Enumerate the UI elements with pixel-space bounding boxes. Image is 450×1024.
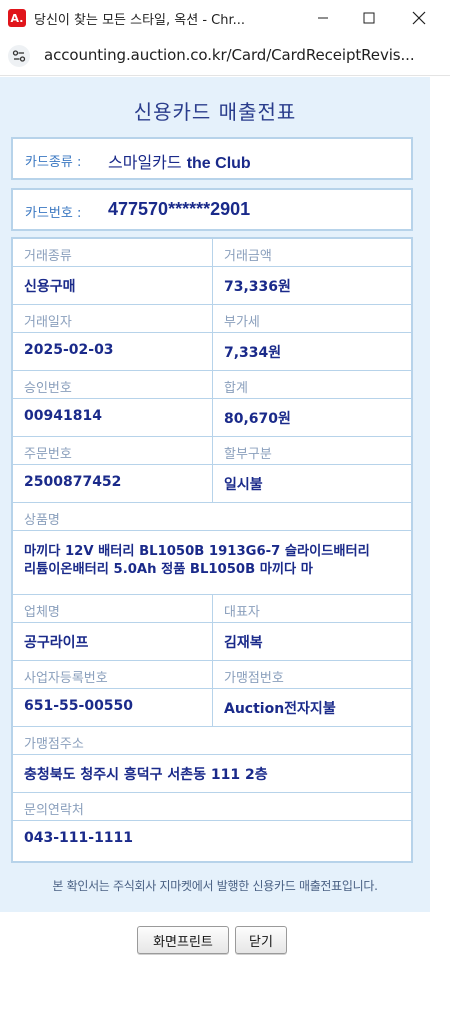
table-row: 00941814 80,670원: [13, 399, 411, 437]
table-row: 상품명: [13, 503, 411, 531]
product-name-label: 상품명: [24, 513, 60, 528]
auction-app-icon: A.: [8, 9, 26, 27]
transaction-type-label: 거래종류: [24, 249, 72, 264]
receipt-panel: 신용카드 매출전표 카드종류 : 스마일카드 the Club 카드번호 : 4…: [0, 77, 430, 912]
window-title: 당신이 찾는 모든 스타일, 옥션 - Chr...: [34, 13, 246, 28]
table-row: 업체명 대표자: [13, 595, 411, 623]
maximize-icon: [363, 12, 375, 24]
transaction-type-value: 신용구매: [24, 279, 76, 295]
table-row: 승인번호 합계: [13, 371, 411, 399]
card-type-label: 카드종류 :: [25, 155, 82, 170]
scrollbar-track[interactable]: [430, 77, 450, 912]
close-button[interactable]: 닫기: [235, 926, 287, 954]
company-name-value: 공구라이프: [24, 635, 89, 651]
table-row: 주문번호 할부구분: [13, 437, 411, 465]
table-row: 가맹점주소: [13, 727, 411, 755]
card-number-box: 카드번호 : 477570******2901: [11, 188, 413, 231]
app-icon-letter: A.: [10, 11, 24, 25]
receipt-title: 신용카드 매출전표: [133, 100, 297, 124]
site-info-button[interactable]: [8, 45, 30, 67]
card-type-value-en: the Club: [186, 155, 251, 172]
transaction-date-value: 2025-02-03: [24, 342, 114, 358]
total-label: 합계: [224, 381, 248, 396]
table-row: 문의연락처: [13, 793, 411, 821]
approval-number-label: 승인번호: [24, 381, 72, 396]
address-bar: accounting.auction.co.kr/Card/CardReceip…: [0, 36, 450, 76]
order-number-label: 주문번호: [24, 447, 72, 462]
business-reg-number-value: 651-55-00550: [24, 698, 134, 714]
table-row: 043-111-1111: [13, 821, 411, 861]
vat-value: 7,334원: [224, 345, 282, 361]
card-type-value-kr: 스마일카드: [108, 153, 187, 172]
installment-label: 할부구분: [224, 447, 272, 462]
approval-number-value: 00941814: [24, 408, 102, 424]
table-row: 2500877452 일시불: [13, 465, 411, 503]
order-number-value: 2500877452: [24, 474, 122, 490]
merchant-number-label: 가맹점번호: [224, 671, 284, 686]
transaction-date-label: 거래일자: [24, 315, 72, 330]
table-row: 2025-02-03 7,334원: [13, 333, 411, 371]
contact-label: 문의연락처: [24, 803, 84, 818]
company-name-label: 업체명: [24, 605, 60, 620]
merchant-address-label: 가맹점주소: [24, 737, 84, 752]
close-icon: [412, 11, 426, 25]
installment-value: 일시불: [224, 477, 263, 493]
table-row: 신용구매 73,336원: [13, 267, 411, 305]
table-row: 651-55-00550 Auction전자지불: [13, 689, 411, 727]
product-name-value: 마끼다 12V 배터리 BL1050B 1913G6-7 슬라이드배터리 리튬이…: [24, 544, 370, 577]
table-row: 거래일자 부가세: [13, 305, 411, 333]
transaction-amount-value: 73,336원: [224, 279, 291, 295]
merchant-number-value: Auction전자지불: [224, 701, 336, 717]
contact-value: 043-111-1111: [24, 830, 134, 846]
receipt-footnote: 본 확인서는 주식회사 지마켓에서 발행한 신용카드 매출전표입니다.: [52, 879, 378, 893]
transaction-amount-label: 거래금액: [224, 249, 272, 264]
table-row: 마끼다 12V 배터리 BL1050B 1913G6-7 슬라이드배터리 리튬이…: [13, 531, 411, 595]
card-type-value: 스마일카드 the Club: [108, 149, 251, 173]
table-row: 사업자등록번호 가맹점번호: [13, 661, 411, 689]
table-row: 거래종류 거래금액: [13, 239, 411, 267]
representative-label: 대표자: [224, 605, 260, 620]
card-number-label: 카드번호 :: [25, 206, 82, 221]
transaction-detail-table: 거래종류 거래금액 신용구매 73,336원 거래일자 부가세 2025-02-…: [11, 237, 413, 863]
maximize-button[interactable]: [346, 0, 392, 36]
card-type-box: 카드종류 : 스마일카드 the Club: [11, 137, 413, 180]
business-reg-number-label: 사업자등록번호: [24, 671, 108, 686]
table-row: 공구라이프 김재복: [13, 623, 411, 661]
print-screen-button[interactable]: 화면프린트: [137, 926, 229, 954]
minimize-icon: [318, 17, 328, 19]
table-row: 충청북도 청주시 흥덕구 서촌동 111 2층: [13, 755, 411, 793]
url-text[interactable]: accounting.auction.co.kr/Card/CardReceip…: [44, 46, 444, 64]
card-number-value: 477570******2901: [108, 199, 251, 219]
merchant-address-value: 충청북도 청주시 흥덕구 서촌동 111 2층: [24, 767, 268, 783]
total-value: 80,670원: [224, 411, 291, 427]
minimize-button[interactable]: [300, 0, 346, 36]
close-window-button[interactable]: [396, 0, 442, 36]
representative-value: 김재복: [224, 635, 263, 651]
window-title-bar: A. 당신이 찾는 모든 스타일, 옥션 - Chr...: [0, 0, 450, 36]
tune-icon: [8, 45, 30, 67]
vat-label: 부가세: [224, 315, 260, 330]
